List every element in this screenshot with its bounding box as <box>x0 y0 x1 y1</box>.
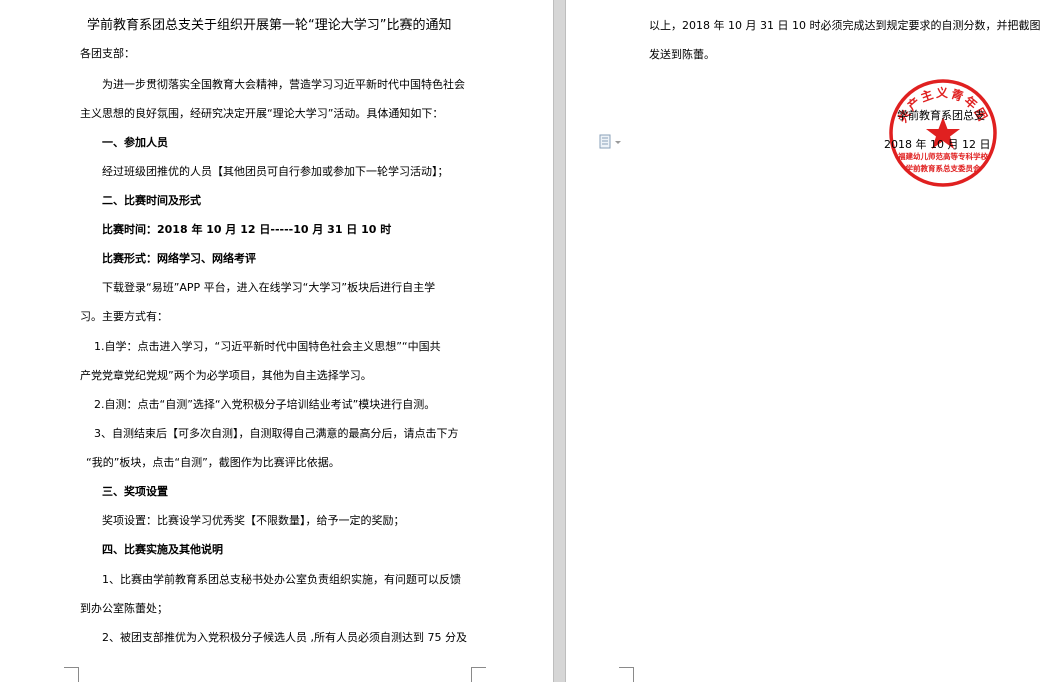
crop-mark-bottom-left <box>64 667 79 682</box>
paragraph-line: 3、自测结束后【可多次自测】，自测取得自己满意的最高分后，请点击下方 <box>94 427 459 440</box>
page-gutter <box>553 0 566 682</box>
document-title: 学前教育系团总支关于组织开展第一轮“理论大学习”比赛的通知 <box>87 18 452 33</box>
document-page-right: 以上，2018 年 10 月 31 日 10 时必须完成达到规定要求的自测分数，… <box>566 0 1052 682</box>
paragraph-line: 主义思想的良好氛围，经研究决定开展“理论大学习”活动。具体通知如下： <box>80 107 444 120</box>
paragraph-line: 到办公室陈蕾处； <box>80 602 168 615</box>
section-heading: 一、参加人员 <box>102 136 168 149</box>
paragraph-line: 习。主要方式有： <box>80 310 168 323</box>
paragraph-line: 1.自学：点击进入学习，“习近平新时代中国特色社会主义思想”“中国共 <box>94 340 441 353</box>
svg-text:学前教育系总支委员会: 学前教育系总支委员会 <box>906 163 981 173</box>
section-heading: 四、比赛实施及其他说明 <box>102 543 223 556</box>
paragraph-line: 比赛形式：网络学习、网络考评 <box>102 252 256 265</box>
paragraph-line: 2.自测：点击“自测”选择“入党积极分子培训结业考试”模块进行自测。 <box>94 398 436 411</box>
paragraph-line: 比赛时间：2018 年 10 月 12 日-----10 月 31 日 10 时 <box>102 223 392 236</box>
paragraph-line: 为进一步贯彻落实全国教育大会精神，营造学习习近平新时代中国特色社会 <box>102 78 465 91</box>
crop-mark-bottom-right <box>471 667 486 682</box>
paragraph-line: 奖项设置：比赛设学习优秀奖【不限数量】，给予一定的奖励； <box>102 514 405 527</box>
signature-organization: 学前教育系团总支 <box>897 109 985 122</box>
paragraph-line: 以上，2018 年 10 月 31 日 10 时必须完成达到规定要求的自测分数，… <box>649 19 1041 32</box>
document-page-left: 学前教育系团总支关于组织开展第一轮“理论大学习”比赛的通知 各团支部： 为进一步… <box>0 0 553 682</box>
paragraph-line: 发送到陈蕾。 <box>649 48 715 61</box>
official-seal: 共产主义青年团 福建幼儿师范高等专科学校 学前教育系总支委员会 <box>887 77 999 189</box>
paragraph-line: 2、被团支部推优为入党积极分子候选人员 ,所有人员必须自测达到 75 分及 <box>102 631 467 644</box>
paragraph-line: 产党党章党纪党规”两个为必学项目，其他为自主选择学习。 <box>80 369 372 382</box>
crop-mark-bottom-left <box>619 667 634 682</box>
paragraph-line: 经过班级团推优的人员【其他团员可自行参加或参加下一轮学习活动】； <box>102 165 449 178</box>
paragraph-line: 下载登录“易班”APP 平台，进入在线学习“大学习”板块后进行自主学 <box>102 281 436 294</box>
section-heading: 三、奖项设置 <box>102 485 168 498</box>
svg-text:福建幼儿师范高等专科学校: 福建幼儿师范高等专科学校 <box>897 151 988 161</box>
paste-options-icon[interactable] <box>599 134 625 150</box>
paragraph-line: 1、比赛由学前教育系团总支秘书处办公室负责组织实施，有问题可以反馈 <box>102 573 461 586</box>
signature-date: 2018 年 10 月 12 日 <box>884 138 991 151</box>
salutation: 各团支部： <box>80 47 135 60</box>
section-heading: 二、比赛时间及形式 <box>102 194 201 207</box>
paragraph-line: “我的”板块，点击“自测”，截图作为比赛评比依据。 <box>86 456 340 469</box>
